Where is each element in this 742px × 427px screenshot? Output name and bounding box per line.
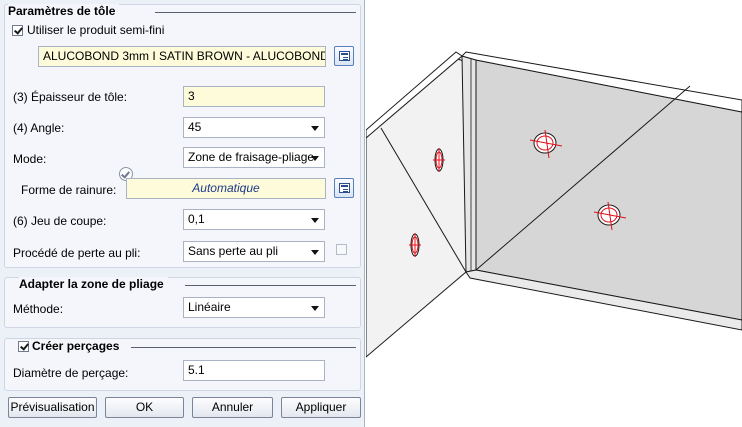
chevron-down-icon — [311, 250, 319, 255]
mode-combo[interactable]: Zone de fraisage-pliage — [183, 147, 325, 168]
groove-field[interactable]: Automatique — [126, 178, 326, 199]
chevron-down-icon — [311, 306, 319, 311]
angle-value: 45 — [188, 120, 202, 134]
chevron-down-icon — [311, 156, 319, 161]
sheet-metal-dialog: Paramètres de tôle Utiliser le produit s… — [0, 0, 365, 427]
chevron-down-icon — [311, 218, 319, 223]
method-value: Linéaire — [188, 300, 231, 314]
group-title: Paramètres de tôle — [8, 4, 120, 18]
3d-viewport[interactable] — [366, 0, 742, 427]
diameter-field[interactable]: 5.1 — [183, 360, 325, 381]
sheet-metal-model[interactable] — [366, 0, 742, 427]
method-combo[interactable]: Linéaire — [183, 297, 325, 318]
catalog-icon — [339, 183, 350, 193]
mode-label: Mode: — [13, 152, 47, 166]
mode-value: Zone de fraisage-pliage — [188, 150, 315, 164]
gap-value: 0,1 — [188, 212, 205, 226]
gap-label: (6) Jeu de coupe: — [13, 214, 107, 228]
bent-face-left — [366, 57, 467, 358]
groove-label: Forme de rainure: — [21, 183, 117, 197]
group-title: Adapter la zone de pliage — [19, 277, 168, 291]
method-label: Méthode: — [13, 302, 64, 316]
bend-loss-label: Procédé de perte au pli: — [13, 246, 141, 260]
semi-finished-catalog-button[interactable] — [334, 46, 354, 66]
chevron-down-icon — [311, 126, 319, 131]
ok-button[interactable]: OK — [105, 397, 184, 418]
create-holes-checkbox[interactable] — [18, 341, 29, 352]
angle-combo[interactable]: 45 — [183, 117, 325, 138]
cancel-button[interactable]: Annuler — [192, 397, 273, 418]
apply-button[interactable]: Appliquer — [281, 397, 361, 418]
use-semi-finished-label[interactable]: Utiliser le produit semi-fini — [27, 23, 164, 37]
preview-button[interactable]: Prévisualisation — [8, 397, 97, 418]
gap-combo[interactable]: 0,1 — [183, 209, 325, 230]
diameter-label: Diamètre de perçage: — [13, 366, 129, 380]
catalog-icon — [339, 51, 350, 61]
thickness-label: (3) Épaisseur de tôle: — [13, 90, 128, 104]
groove-catalog-button[interactable] — [334, 178, 354, 198]
bend-loss-value: Sans perte au pli — [188, 244, 279, 258]
angle-label: (4) Angle: — [13, 121, 65, 135]
bend-loss-checkbox[interactable] — [336, 244, 347, 255]
thickness-field[interactable]: 3 — [183, 86, 325, 107]
bend-loss-combo[interactable]: Sans perte au pli — [183, 241, 325, 262]
semi-finished-field[interactable]: ALUCOBOND 3mm I SATIN BROWN - ALUCOBOND … — [38, 46, 326, 67]
use-semi-finished-checkbox[interactable] — [12, 25, 23, 36]
group-title: Créer perçages — [32, 339, 124, 353]
